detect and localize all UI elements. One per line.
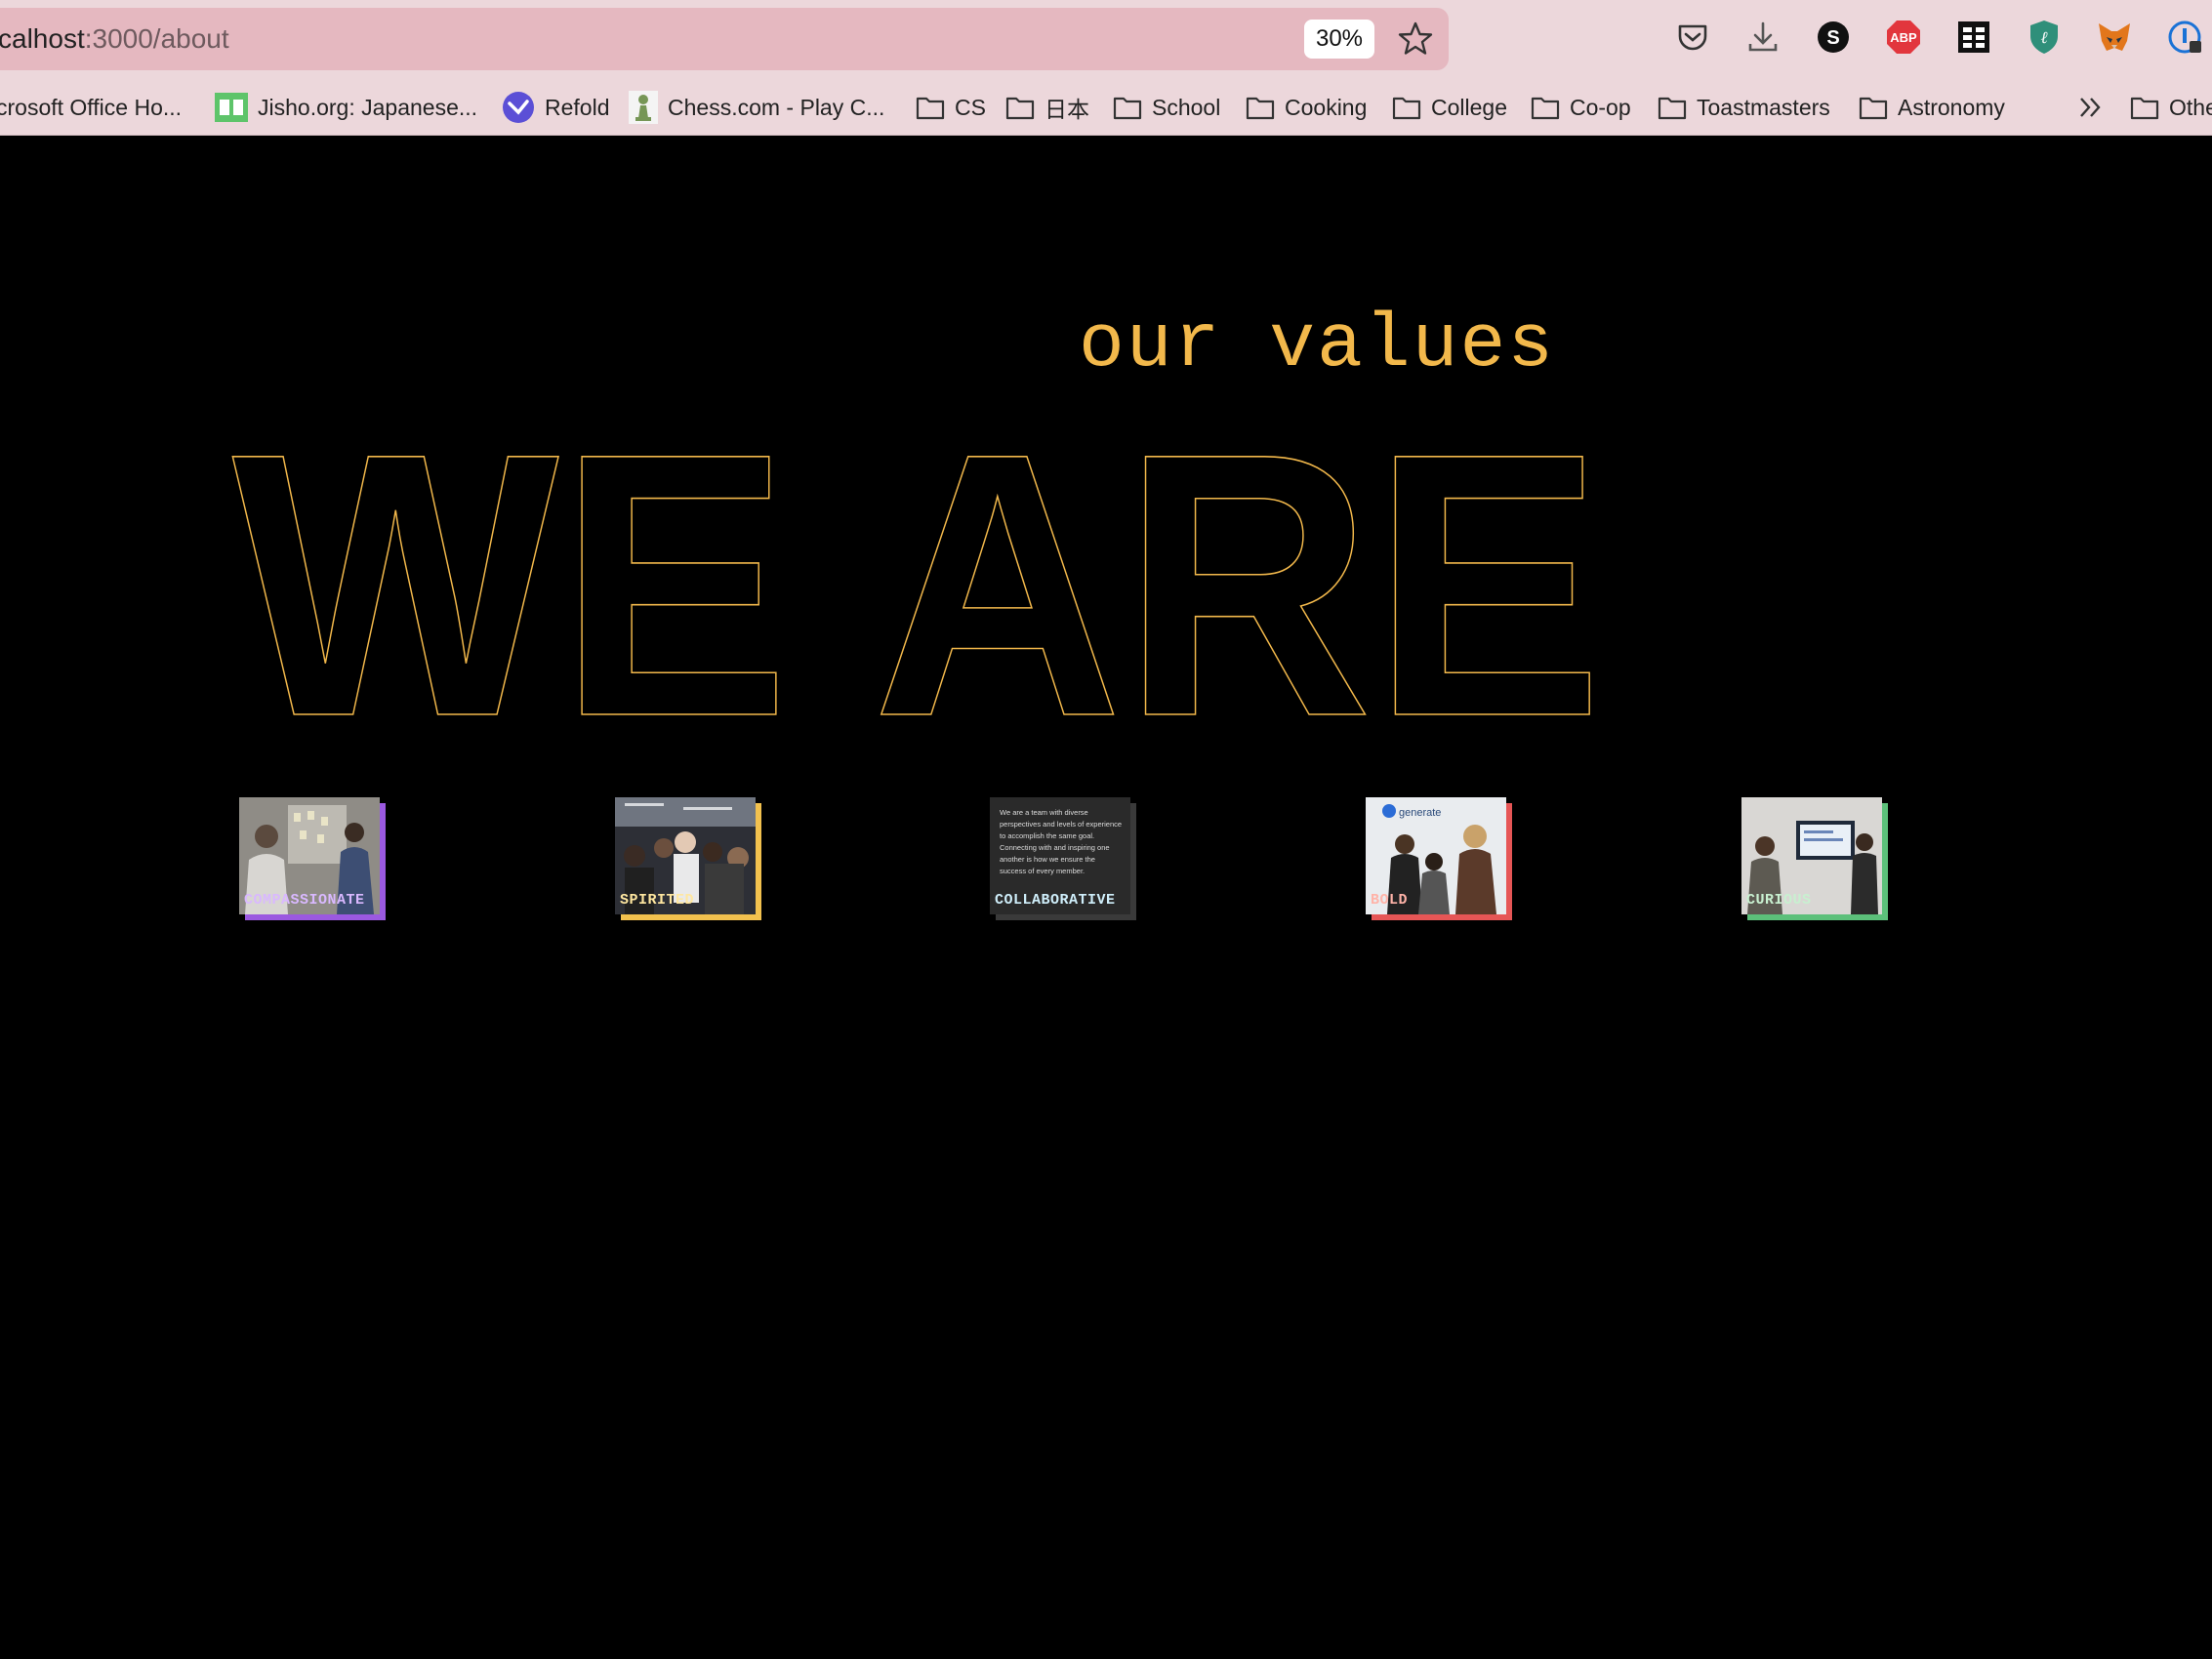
- s-extension-icon[interactable]: S: [1814, 18, 1853, 57]
- chess-pawn-icon: [629, 91, 658, 124]
- svg-text:ABP: ABP: [1890, 30, 1917, 45]
- bookmark-label: School: [1152, 94, 1221, 120]
- bookmark-label: Astronomy: [1898, 94, 2005, 120]
- we-are-outline-title: WE ARE: [231, 389, 1604, 721]
- bookmark-label: Chess.com - Play C...: [668, 94, 885, 120]
- bookmark-label: College: [1431, 94, 1507, 120]
- bookmark-label: Co-op: [1570, 94, 1631, 120]
- bookmark-refold[interactable]: Refold: [502, 86, 609, 129]
- onepassword-icon[interactable]: [2165, 18, 2204, 57]
- download-icon[interactable]: [1743, 18, 1782, 57]
- bookmark-folder-7[interactable]: Astronomy: [1859, 86, 2005, 129]
- svg-text:ℓ: ℓ: [2040, 28, 2047, 47]
- value-card-curious[interactable]: CURIOUS: [1741, 797, 1888, 920]
- about-page: our values WE ARE COMPASSIONATE SPIRITED…: [0, 136, 2212, 1659]
- card-label: BOLD: [1371, 892, 1409, 909]
- card-label: SPIRITED: [620, 892, 695, 909]
- bookmark-label: crosoft Office Ho...: [0, 94, 183, 120]
- folder-icon: [1005, 97, 1035, 120]
- svg-text:S: S: [1826, 27, 1839, 49]
- bookmark-chess[interactable]: Chess.com - Play C...: [629, 86, 884, 129]
- folder-icon: [1859, 97, 1888, 120]
- bookmark-label: Othe: [2169, 94, 2212, 120]
- address-bar[interactable]: calhost:3000/about 30%: [0, 8, 1449, 70]
- folder-icon: [916, 97, 945, 120]
- bookmark-office[interactable]: crosoft Office Ho...: [0, 86, 182, 129]
- bookmark-label: Jisho.org: Japanese...: [258, 94, 478, 120]
- card-label: COLLABORATIVE: [995, 892, 1116, 909]
- values-heading: our values: [1079, 303, 1556, 388]
- bookmarks-bar: crosoft Office Ho... Jisho.org: Japanese…: [0, 86, 2212, 129]
- card-label: COMPASSIONATE: [244, 892, 365, 909]
- folder-icon: [1246, 97, 1275, 120]
- bookmark-star-icon[interactable]: [1396, 20, 1435, 59]
- zoom-level-button[interactable]: 30%: [1304, 20, 1374, 59]
- we-are-text: WE ARE: [232, 389, 1603, 721]
- bookmark-jisho[interactable]: Jisho.org: Japanese...: [215, 86, 477, 129]
- values-cards: COMPASSIONATE SPIRITED We are a team wit…: [0, 797, 2212, 944]
- jisho-icon: [215, 93, 248, 122]
- metamask-fox-icon[interactable]: [2095, 18, 2134, 57]
- bookmark-folder-3[interactable]: Cooking: [1246, 86, 1367, 129]
- bookmark-label: Toastmasters: [1697, 94, 1830, 120]
- adblock-plus-icon[interactable]: ABP: [1884, 18, 1923, 57]
- bookmark-label: Cooking: [1285, 94, 1368, 120]
- table-extension-icon[interactable]: [1954, 18, 1993, 57]
- collaborative-description: We are a team with diverse perspectives …: [1000, 808, 1123, 875]
- value-card-bold[interactable]: generate BOLD: [1366, 797, 1512, 920]
- folder-icon: [1392, 97, 1421, 120]
- value-card-collaborative[interactable]: We are a team with diverse perspectives …: [990, 797, 1136, 920]
- bookmark-label: CS: [955, 94, 986, 120]
- url-text[interactable]: calhost:3000/about: [0, 8, 229, 70]
- bookmark-folder-2[interactable]: School: [1113, 86, 1220, 129]
- shield-extension-icon[interactable]: ℓ: [2025, 18, 2064, 57]
- value-card-compassionate[interactable]: COMPASSIONATE: [239, 797, 386, 920]
- bookmark-folder-1[interactable]: 日本: [1005, 86, 1089, 129]
- folder-icon: [1658, 97, 1687, 120]
- bold-logo-text: generate: [1399, 807, 1441, 819]
- pocket-icon[interactable]: [1673, 18, 1712, 57]
- browser-toolbar: calhost:3000/about 30% S ABP ℓ crosoft O…: [0, 0, 2212, 136]
- bookmark-folder-0[interactable]: CS: [916, 86, 986, 129]
- bookmark-label: 日本: [1045, 97, 1089, 122]
- bookmark-folder-5[interactable]: Co-op: [1531, 86, 1631, 129]
- card-label: CURIOUS: [1746, 892, 1812, 909]
- refold-icon: [503, 92, 534, 123]
- folder-icon: [1113, 97, 1142, 120]
- more-bookmarks-chevron-icon[interactable]: [2077, 86, 2107, 129]
- folder-icon: [2130, 97, 2159, 120]
- folder-icon: [1531, 97, 1560, 120]
- bookmark-folder-6[interactable]: Toastmasters: [1658, 86, 1830, 129]
- value-card-spirited[interactable]: SPIRITED: [615, 797, 761, 920]
- bookmark-folder-4[interactable]: College: [1392, 86, 1507, 129]
- bookmark-folder-8[interactable]: Othe: [2130, 86, 2212, 129]
- bookmark-label: Refold: [545, 94, 610, 120]
